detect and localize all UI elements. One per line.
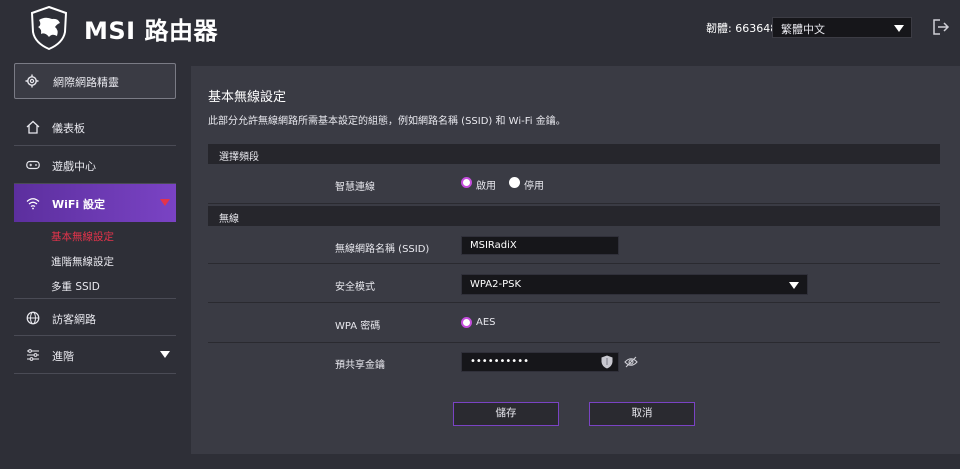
disable-label: 停用 (524, 181, 544, 192)
sidebar-item-label: 訪客網路 (52, 313, 96, 326)
sidebar-subitem-advanced-wireless[interactable]: 進階無線設定 (51, 254, 114, 269)
sidebar-subitem-multi-ssid[interactable]: 多重 SSID (51, 279, 100, 294)
home-icon (26, 120, 40, 134)
sliders-icon (27, 349, 39, 361)
eye-hidden-icon[interactable] (624, 356, 638, 368)
cancel-button[interactable]: 取消 (589, 402, 695, 426)
page-description: 此部分允許無線網路所需基本設定的組態，例如網路名稱 (SSID) 和 Wi-Fi… (208, 116, 566, 127)
smart-connect-label: 智慧連線 (335, 182, 375, 193)
psk-input[interactable]: •••••••••• (461, 352, 619, 372)
chevron-down-icon (789, 282, 799, 289)
page-title: 基本無線設定 (208, 90, 287, 105)
gamepad-icon (26, 160, 40, 170)
security-row: 安全模式 WPA2-PSK (208, 264, 940, 303)
wifi-icon (26, 198, 40, 210)
smart-connect-disable-radio[interactable] (509, 177, 520, 188)
aes-label: AES (476, 317, 496, 328)
wpa-label: WPA 密碼 (335, 321, 381, 332)
gear-icon (25, 74, 39, 88)
sidebar-item-label: 儀表板 (52, 122, 85, 135)
sidebar-item-label: 進階 (52, 350, 74, 363)
smart-connect-row: 智慧連線 啟用 停用 (208, 164, 940, 204)
language-value: 繁體中文 (781, 23, 825, 36)
wireless-section-header: 無線 (208, 206, 940, 226)
msi-dragon-logo-icon (30, 6, 68, 50)
sidebar-item-label: 遊戲中心 (52, 160, 96, 173)
psk-label: 預共享金鑰 (335, 360, 385, 371)
firmware-version: 韌體: 663648 (706, 22, 778, 35)
sidebar-item-dashboard[interactable]: 儀表板 (14, 108, 176, 146)
security-select[interactable]: WPA2-PSK (461, 274, 808, 295)
content-panel: 基本無線設定 此部分允許無線網路所需基本設定的組態，例如網路名稱 (SSID) … (191, 66, 960, 454)
sidebar: 網際網路精靈 儀表板 遊戲中心 WiFi 設定 基本無線設定 進階無線設定 多重… (0, 56, 190, 469)
wizard-label: 網際網路精靈 (53, 76, 119, 89)
psk-value: •••••••••• (470, 356, 529, 367)
top-bar: MSI 路由器 韌體: 663648 繁體中文 (0, 0, 960, 56)
internet-wizard-button[interactable]: 網際網路精靈 (14, 63, 176, 99)
save-button[interactable]: 儲存 (453, 402, 559, 426)
smart-connect-enable-radio[interactable] (461, 177, 472, 188)
ssid-label: 無線網路名稱 (SSID) (335, 244, 430, 255)
sidebar-item-game-center[interactable]: 遊戲中心 (14, 146, 176, 184)
security-value: WPA2-PSK (470, 279, 522, 290)
aes-radio[interactable] (461, 317, 472, 328)
security-label: 安全模式 (335, 282, 375, 293)
wpa-row: WPA 密碼 AES (208, 303, 940, 343)
sidebar-subitem-basic-wireless[interactable]: 基本無線設定 (51, 229, 114, 244)
enable-label: 啟用 (476, 181, 496, 192)
brand-title: MSI 路由器 (84, 17, 218, 45)
logout-icon[interactable] (932, 18, 950, 36)
sidebar-item-advanced[interactable]: 進階 (14, 336, 176, 374)
sidebar-item-guest-network[interactable]: 訪客網路 (14, 298, 176, 336)
chevron-down-icon (894, 25, 904, 32)
psk-row: 預共享金鑰 •••••••••• (208, 343, 940, 381)
sidebar-item-wifi[interactable]: WiFi 設定 (14, 184, 176, 222)
ssid-row: 無線網路名稱 (SSID) MSIRadiX (208, 226, 940, 264)
sidebar-item-label: WiFi 設定 (52, 198, 106, 211)
band-section-header: 選擇頻段 (208, 144, 940, 164)
caret-down-icon (160, 351, 170, 358)
language-select[interactable]: 繁體中文 (772, 17, 912, 38)
ssid-input[interactable]: MSIRadiX (461, 236, 619, 255)
caret-down-icon (160, 199, 170, 206)
shield-icon (601, 355, 613, 369)
globe-icon (26, 311, 40, 325)
